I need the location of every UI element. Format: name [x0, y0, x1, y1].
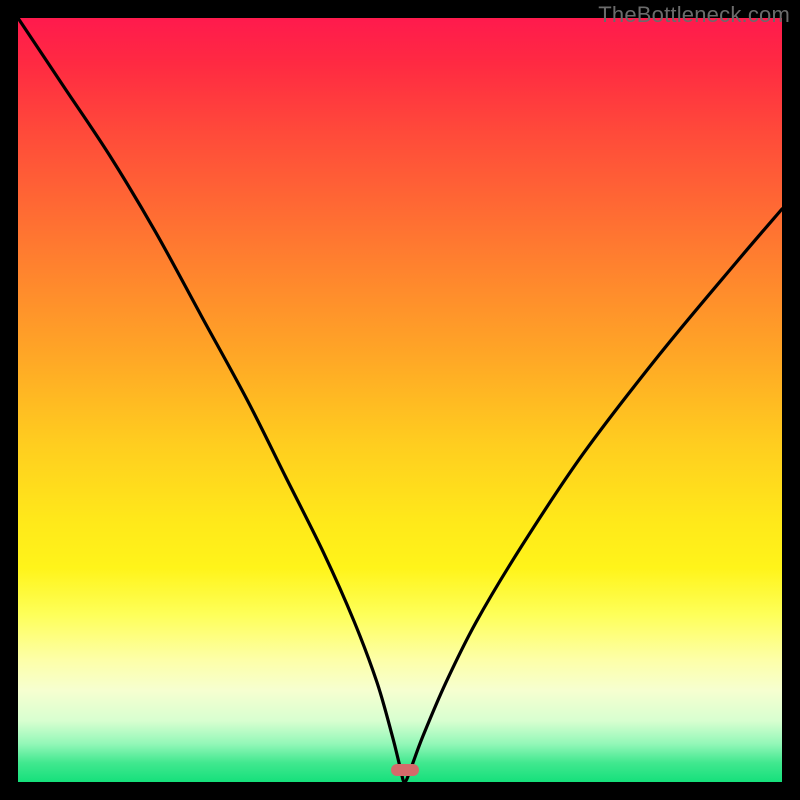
curve-path	[18, 18, 782, 782]
chart-frame: TheBottleneck.com	[0, 0, 800, 800]
bottleneck-curve	[18, 18, 782, 782]
attribution-text: TheBottleneck.com	[598, 2, 790, 28]
chart-plot-area	[18, 18, 782, 782]
optimal-marker	[391, 764, 419, 776]
